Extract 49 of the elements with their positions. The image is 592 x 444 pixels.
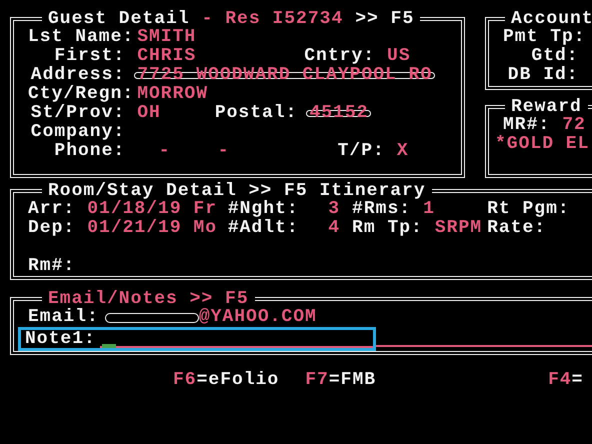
- field-label: Gtd:: [530, 47, 579, 66]
- field-label: St/Prov:: [30, 104, 126, 123]
- panel-title: Reward: [510, 98, 583, 116]
- panel-title: Room/Stay Detail >> F5 Itinerary: [47, 182, 427, 200]
- field-value: MORROW: [137, 85, 208, 104]
- field-label: MR#:: [503, 116, 550, 135]
- field-value: 3: [327, 200, 340, 219]
- field-value: US: [387, 47, 411, 66]
- field-label: Email:: [28, 308, 99, 327]
- field-value: SRPM: [434, 219, 482, 238]
- field-label: Rt Pgm:: [487, 200, 570, 219]
- field-label: DB Id:: [506, 66, 579, 85]
- field-label: First:: [53, 47, 126, 66]
- field-label: #Nght:: [228, 200, 299, 219]
- field-value: @YAHOO.COM: [198, 308, 317, 327]
- function-key-hint: F7=FMB: [305, 371, 376, 389]
- field-label: #Adlt:: [228, 219, 299, 238]
- field-label: T/P:: [338, 142, 385, 161]
- panel-title: Email/Notes >> F5: [48, 290, 249, 308]
- field-label: Arr:: [28, 200, 76, 219]
- field-value: *GOLD EL: [495, 135, 590, 154]
- function-key-hint: F6=eFolio: [173, 371, 280, 389]
- panel-title: Guest Detail - Res I52734 >> F5: [47, 10, 416, 28]
- field-label: Pmt Tp:: [503, 28, 579, 47]
- panel-title: Account: [510, 10, 592, 28]
- note-field[interactable]: Note1:: [18, 327, 376, 351]
- field-value: CHRIS: [137, 47, 196, 66]
- field-value: 4: [327, 219, 340, 238]
- field-label: Postal:: [214, 104, 298, 123]
- field-label: #Rms:: [352, 200, 412, 219]
- field-value: 01/18/19 Fr: [87, 200, 218, 219]
- field-label: Note1:: [25, 330, 96, 348]
- field-value: - -: [158, 142, 230, 161]
- field-value: 1: [423, 200, 435, 219]
- field-label: Company:: [30, 123, 126, 142]
- function-key-hint: F4=: [548, 371, 584, 389]
- field-value: X: [396, 142, 409, 161]
- field-value: 01/21/19 Mo: [87, 219, 218, 238]
- field-value: SMITH: [137, 28, 196, 47]
- field-label: Rm#:: [28, 257, 76, 276]
- field-label: Phone:: [53, 142, 126, 161]
- field-value: OH: [137, 104, 161, 123]
- field-label: Cntry:: [304, 47, 376, 66]
- field-label: Rm Tp:: [352, 219, 423, 238]
- field-label: Rate:: [487, 219, 546, 238]
- text-cursor: [102, 344, 116, 348]
- field-label: Address:: [30, 66, 126, 85]
- field-value: 72: [562, 116, 586, 135]
- field-label: Dep:: [28, 219, 76, 238]
